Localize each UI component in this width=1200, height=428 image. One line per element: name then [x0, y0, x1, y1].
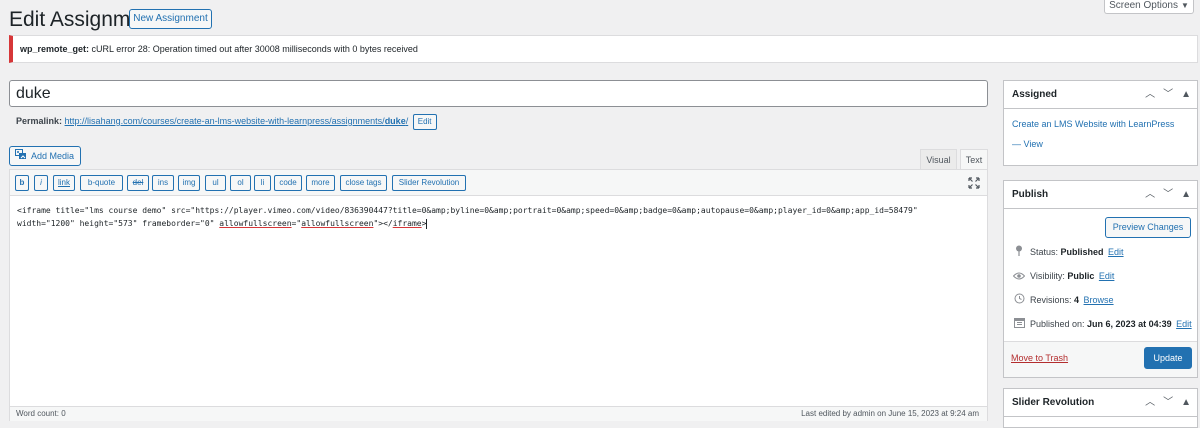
chevron-up-icon[interactable]: ︿ — [1145, 81, 1155, 109]
editor-status-bar: Word count: 0 Last edited by admin on Ju… — [10, 406, 987, 421]
qt-ins-button[interactable]: ins — [152, 175, 174, 191]
qt-more-button[interactable]: more — [306, 175, 335, 191]
qt-italic-button[interactable]: i — [34, 175, 48, 191]
content-textarea[interactable]: <iframe title="lms course demo" src="htt… — [17, 204, 982, 230]
media-icon — [15, 148, 27, 166]
visibility-value: Public — [1067, 271, 1095, 281]
last-edited: Last edited by admin on June 15, 2023 at… — [801, 409, 979, 418]
assigned-box-controls: ︿ ﹀ ▲ — [1137, 81, 1191, 109]
published-label: Published on: — [1030, 319, 1088, 329]
assigned-box-header: Assigned ︿ ﹀ ▲ — [1004, 81, 1197, 109]
visibility-row: Visibility: Public Edit — [1012, 269, 1114, 284]
content-allowfs2: allowfullscreen — [301, 219, 374, 228]
screen-options-toggle[interactable]: Screen Options ▼ — [1104, 0, 1194, 14]
status-row: Status: Published Edit — [1012, 245, 1124, 260]
assigned-box-title: Assigned — [1012, 89, 1058, 100]
chevron-up-icon[interactable]: ︿ — [1145, 389, 1155, 417]
toggle-arrow-icon[interactable]: ▲ — [1181, 181, 1191, 209]
slider-box-controls: ︿ ﹀ ▲ — [1137, 389, 1191, 417]
chevron-down-icon[interactable]: ﹀ — [1163, 81, 1173, 109]
permalink-label: Permalink: — [16, 116, 63, 126]
text-cursor — [426, 218, 428, 229]
caret-down-icon: ▼ — [1181, 1, 1189, 10]
notice-code: wp_remote_get: — [20, 44, 90, 54]
revisions-label: Revisions: — [1030, 295, 1075, 305]
qt-img-button[interactable]: img — [178, 175, 200, 191]
publish-box-title: Publish — [1012, 189, 1049, 200]
toggle-arrow-icon[interactable]: ▲ — [1181, 81, 1191, 109]
fullscreen-icon[interactable] — [968, 176, 980, 194]
publish-box-header: Publish ︿ ﹀ ▲ — [1004, 181, 1197, 209]
word-count: Word count: 0 — [16, 409, 66, 418]
permalink-base: http://lisahang.com/courses/create-an-lm… — [64, 116, 385, 126]
visibility-label: Visibility: — [1030, 271, 1068, 281]
permalink-slug: duke — [384, 116, 406, 126]
new-assignment-button[interactable]: New Assignment — [129, 9, 212, 29]
quicktags-toolbar: b i link b-quote del ins img ul ol li co… — [10, 170, 987, 196]
qt-bquote-button[interactable]: b-quote — [80, 175, 123, 191]
qt-code-button[interactable]: code — [274, 175, 302, 191]
chevron-up-icon[interactable]: ︿ — [1145, 181, 1155, 209]
qt-li-button[interactable]: li — [254, 175, 271, 191]
published-value: Jun 6, 2023 at 04:39 — [1087, 319, 1172, 329]
assigned-box: Assigned ︿ ﹀ ▲ Create an LMS Website with … — [1003, 80, 1198, 166]
assigned-view-link[interactable]: — View — [1012, 139, 1043, 149]
tab-text[interactable]: Text — [960, 149, 988, 169]
qt-link-button[interactable]: link — [53, 175, 75, 191]
permalink-trailing: / — [405, 116, 409, 126]
screen-options-label: Screen Options — [1109, 0, 1178, 11]
qt-ol-button[interactable]: ol — [230, 175, 251, 191]
history-icon — [1012, 293, 1026, 308]
qt-close-tags-button[interactable]: close tags — [340, 175, 387, 191]
slider-revolution-box: Slider Revolution ︿ ﹀ ▲ — [1003, 388, 1198, 428]
content-eq: =" — [291, 219, 302, 228]
content-iframe: iframe — [392, 219, 422, 228]
pin-icon — [1012, 245, 1026, 260]
add-media-button[interactable]: Add Media — [9, 146, 81, 166]
error-notice: wp_remote_get: cURL error 28: Operation … — [9, 35, 1198, 63]
qt-slider-revolution-button[interactable]: Slider Revolution — [392, 175, 466, 191]
slider-box-title: Slider Revolution — [1012, 397, 1095, 408]
update-button[interactable]: Update — [1144, 347, 1192, 369]
chevron-down-icon[interactable]: ﹀ — [1163, 181, 1173, 209]
add-media-label: Add Media — [31, 151, 75, 161]
status-label: Status: — [1030, 247, 1061, 257]
published-row: Published on: Jun 6, 2023 at 04:39 Edit — [1012, 317, 1192, 332]
calendar-icon — [1012, 317, 1026, 332]
content-part1: <iframe title="lms course demo" src="htt… — [17, 206, 918, 228]
assigned-course-link[interactable]: Create an LMS Website with LearnPress — [1012, 119, 1174, 129]
publish-box-controls: ︿ ﹀ ▲ — [1137, 181, 1191, 209]
eye-icon — [1012, 270, 1026, 284]
toggle-arrow-icon[interactable]: ▲ — [1181, 389, 1191, 417]
visibility-edit-link[interactable]: Edit — [1099, 271, 1115, 281]
status-edit-link[interactable]: Edit — [1108, 247, 1124, 257]
content-allowfs1: allowfullscreen — [219, 219, 292, 228]
publish-actions: Move to Trash Update — [1004, 341, 1197, 377]
revisions-browse-link[interactable]: Browse — [1084, 295, 1114, 305]
tab-visual[interactable]: Visual — [920, 149, 957, 169]
permalink: Permalink: http://lisahang.com/courses/c… — [16, 113, 437, 130]
move-to-trash-link[interactable]: Move to Trash — [1011, 353, 1068, 363]
qt-bold-button[interactable]: b — [15, 175, 29, 191]
qt-ul-button[interactable]: ul — [205, 175, 226, 191]
revisions-row: Revisions: 4 Browse — [1012, 293, 1114, 308]
slider-box-header: Slider Revolution ︿ ﹀ ▲ — [1004, 389, 1197, 417]
chevron-down-icon[interactable]: ﹀ — [1163, 389, 1173, 417]
permalink-edit-button[interactable]: Edit — [412, 113, 437, 130]
post-title-input[interactable]: duke — [9, 80, 988, 107]
revisions-value: 4 — [1074, 295, 1080, 305]
qt-del-button[interactable]: del — [127, 175, 149, 191]
notice-message: cURL error 28: Operation timed out after… — [89, 44, 418, 54]
status-value: Published — [1060, 247, 1104, 257]
permalink-link[interactable]: http://lisahang.com/courses/create-an-lm… — [65, 116, 409, 126]
content-close: "></ — [373, 219, 393, 228]
text-editor: b i link b-quote del ins img ul ol li co… — [9, 169, 988, 421]
preview-changes-button[interactable]: Preview Changes — [1105, 217, 1191, 238]
published-edit-link[interactable]: Edit — [1176, 319, 1192, 329]
publish-box: Publish ︿ ﹀ ▲ Preview Changes Status: Publ… — [1003, 180, 1198, 378]
